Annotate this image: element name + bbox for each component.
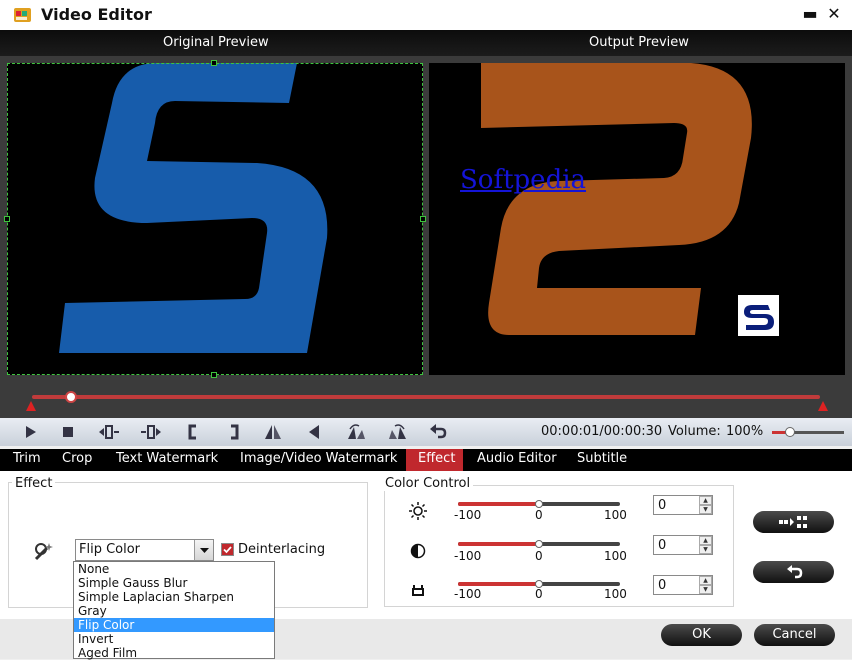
color-control-title: Color Control bbox=[382, 476, 474, 491]
brightness-decrement-icon[interactable]: ▼ bbox=[699, 505, 712, 514]
minimize-button[interactable]: ▬ bbox=[798, 3, 822, 27]
play-icon[interactable] bbox=[18, 421, 42, 443]
rotate-right-icon[interactable] bbox=[386, 421, 410, 443]
close-button[interactable]: ✕ bbox=[822, 3, 846, 27]
brightness-slider-knob[interactable] bbox=[535, 500, 543, 508]
original-logo-image bbox=[59, 63, 328, 353]
cancel-button[interactable]: Cancel bbox=[754, 624, 835, 646]
timeline-start-marker[interactable] bbox=[26, 401, 36, 411]
contrast-decrement-icon[interactable]: ▼ bbox=[699, 545, 712, 554]
contrast-value: 0 bbox=[658, 538, 667, 553]
app-icon bbox=[12, 4, 34, 26]
original-preview-label: Original Preview bbox=[163, 35, 269, 50]
effect-option[interactable]: Invert bbox=[74, 632, 274, 646]
saturation-increment-icon[interactable]: ▲ bbox=[699, 576, 712, 585]
brightness-max-label: 100 bbox=[604, 508, 627, 522]
time-readout: 00:00:01/00:00:30 bbox=[541, 424, 663, 439]
deinterlacing-label: Deinterlacing bbox=[238, 542, 326, 557]
text-watermark: Softpedia bbox=[460, 165, 587, 195]
restore-button[interactable] bbox=[753, 561, 834, 583]
output-preview bbox=[429, 63, 845, 375]
tab-effect[interactable]: Effect bbox=[406, 449, 463, 471]
preview-header bbox=[0, 30, 852, 56]
previous-frame-icon[interactable] bbox=[97, 421, 121, 443]
crop-handle-left[interactable] bbox=[4, 216, 10, 222]
brightness-min-label: -100 bbox=[454, 508, 482, 522]
stop-icon[interactable] bbox=[56, 421, 80, 443]
effect-option[interactable]: None bbox=[74, 562, 274, 576]
original-preview[interactable] bbox=[7, 63, 423, 375]
chevron-down-icon[interactable] bbox=[194, 540, 213, 560]
tab-audio-editor[interactable]: Audio Editor bbox=[465, 449, 569, 471]
rotate-left-icon[interactable] bbox=[344, 421, 368, 443]
saturation-max-label: 100 bbox=[604, 587, 627, 601]
output-preview-label: Output Preview bbox=[589, 35, 689, 50]
tab-image-video-watermark[interactable]: Image/Video Watermark bbox=[228, 449, 409, 471]
effect-option[interactable]: Aged Film bbox=[74, 646, 274, 660]
crop-handle-top[interactable] bbox=[211, 60, 217, 66]
apply-to-all-icon bbox=[779, 516, 807, 528]
brightness-increment-icon[interactable]: ▲ bbox=[699, 496, 712, 505]
timeline-track[interactable] bbox=[32, 395, 820, 399]
saturation-icon bbox=[408, 581, 428, 601]
editor-tabs: Trim Crop Text Watermark Image/Video Wat… bbox=[0, 449, 852, 471]
volume-label: Volume: bbox=[668, 424, 721, 439]
volume-slider-knob[interactable] bbox=[785, 427, 795, 437]
crop-handle-right[interactable] bbox=[420, 216, 426, 222]
window-title: Video Editor bbox=[41, 5, 152, 24]
next-frame-icon[interactable] bbox=[139, 421, 163, 443]
tab-crop[interactable]: Crop bbox=[50, 449, 104, 471]
contrast-max-label: 100 bbox=[604, 549, 627, 563]
saturation-value: 0 bbox=[658, 578, 667, 593]
effect-select-value: Flip Color bbox=[79, 542, 141, 557]
rotate-icon[interactable] bbox=[303, 421, 327, 443]
crop-handle-bottom[interactable] bbox=[211, 372, 217, 378]
apply-to-all-button[interactable] bbox=[753, 511, 834, 533]
contrast-min-label: -100 bbox=[454, 549, 482, 563]
effect-option[interactable]: Simple Laplacian Sharpen bbox=[74, 590, 274, 604]
timeline-end-marker[interactable] bbox=[818, 401, 828, 411]
tab-text-watermark[interactable]: Text Watermark bbox=[104, 449, 230, 471]
tab-subtitle[interactable]: Subtitle bbox=[565, 449, 639, 471]
ok-button[interactable]: OK bbox=[661, 624, 742, 646]
contrast-icon bbox=[408, 541, 428, 561]
mark-in-icon[interactable] bbox=[181, 421, 205, 443]
flip-horizontal-icon[interactable] bbox=[261, 421, 285, 443]
image-watermark bbox=[738, 295, 779, 336]
effect-option[interactable]: Simple Gauss Blur bbox=[74, 576, 274, 590]
effect-option[interactable]: Flip Color bbox=[74, 618, 274, 632]
saturation-decrement-icon[interactable]: ▼ bbox=[699, 585, 712, 594]
brightness-mid-label: 0 bbox=[535, 508, 543, 522]
brightness-value: 0 bbox=[658, 498, 667, 513]
volume-value: 100% bbox=[726, 424, 764, 439]
brightness-icon bbox=[408, 501, 428, 521]
brightness-slider-fill bbox=[458, 502, 539, 506]
contrast-slider-knob[interactable] bbox=[535, 540, 543, 548]
effect-option[interactable]: Gray bbox=[74, 604, 274, 618]
saturation-mid-label: 0 bbox=[535, 587, 543, 601]
deinterlacing-checkbox[interactable] bbox=[221, 543, 234, 556]
tab-trim[interactable]: Trim bbox=[1, 449, 53, 471]
contrast-mid-label: 0 bbox=[535, 549, 543, 563]
effect-dropdown-list: None Simple Gauss Blur Simple Laplacian … bbox=[73, 561, 275, 660]
reset-icon[interactable] bbox=[426, 421, 450, 443]
mark-out-icon[interactable] bbox=[222, 421, 246, 443]
output-logo-image bbox=[481, 63, 752, 335]
restore-icon bbox=[787, 565, 803, 579]
contrast-increment-icon[interactable]: ▲ bbox=[699, 536, 712, 545]
contrast-slider-fill bbox=[458, 542, 539, 546]
saturation-min-label: -100 bbox=[454, 587, 482, 601]
effect-group-title: Effect bbox=[12, 476, 56, 491]
magic-wand-icon bbox=[32, 540, 56, 562]
saturation-slider-fill bbox=[458, 582, 539, 586]
